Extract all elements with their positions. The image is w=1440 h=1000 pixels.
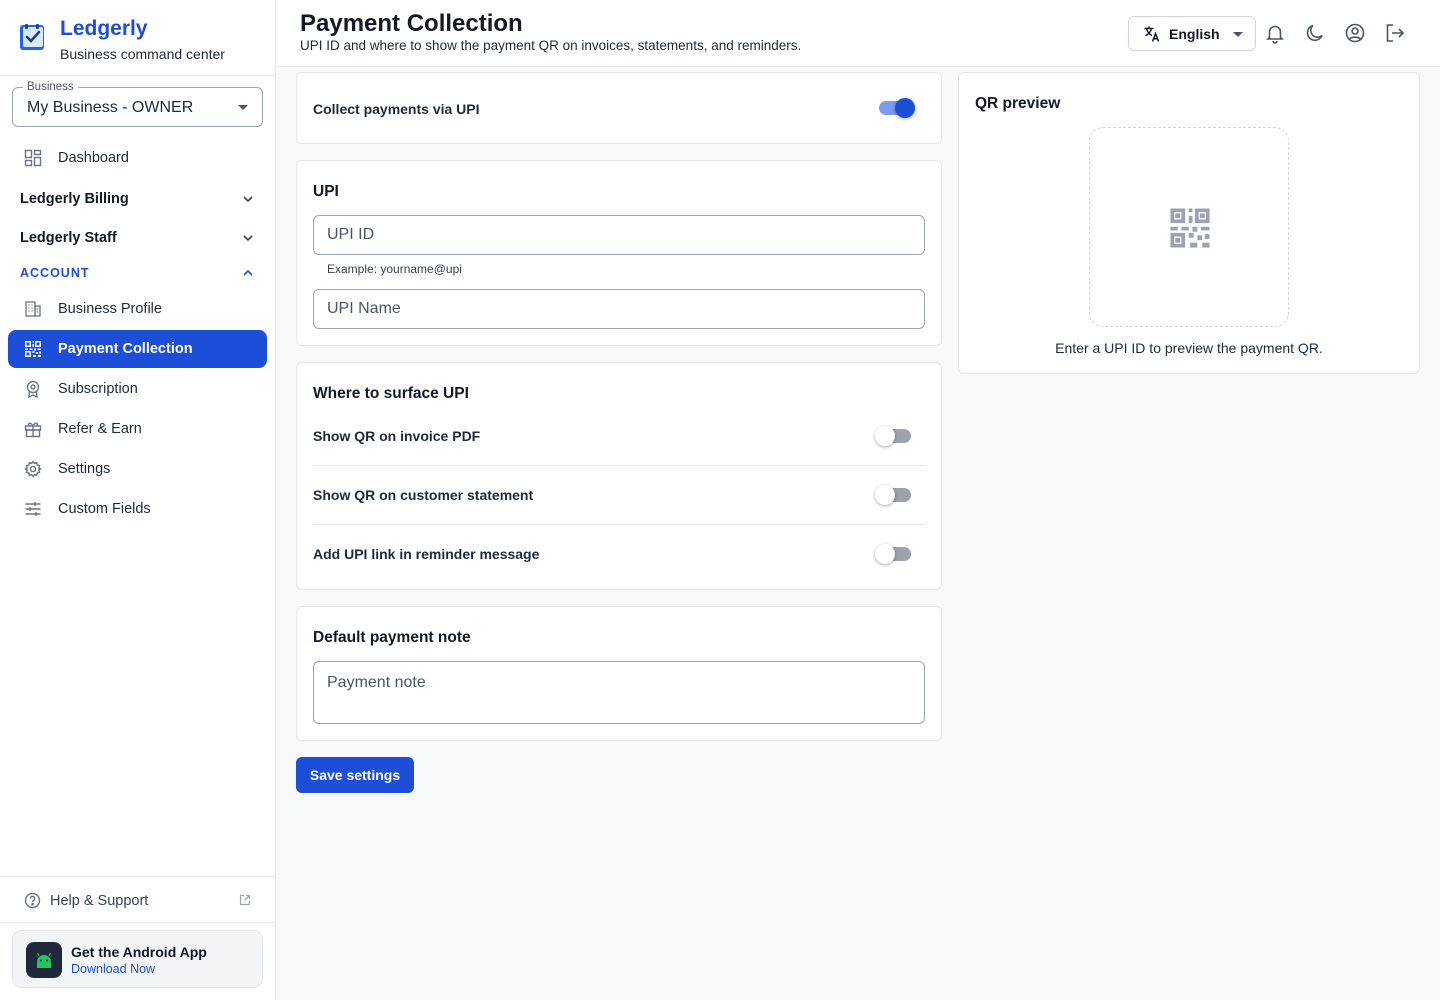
show-qr-statement-label: Show QR on customer statement (313, 487, 534, 503)
nav-group-label: Ledgerly Billing (20, 191, 129, 207)
sidebar-item-custom-fields[interactable]: Custom Fields (8, 490, 267, 528)
business-select[interactable]: Business My Business - OWNER (12, 81, 263, 127)
help-support-label: Help & Support (50, 893, 149, 909)
qr-preview-hint: Enter a UPI ID to preview the payment QR… (1055, 340, 1323, 356)
page-subtitle: UPI ID and where to show the payment QR … (300, 38, 802, 53)
download-now-link[interactable]: Download Now (71, 962, 155, 976)
qr-code-icon (1170, 208, 1210, 248)
chevron-down-icon (1233, 32, 1243, 37)
android-app-title: Get the Android App (71, 944, 207, 960)
nav-group-ledgerly-staff[interactable]: Ledgerly Staff (8, 221, 267, 255)
sidebar-item-business-profile[interactable]: Business Profile (8, 290, 267, 328)
brand-tagline: Business command center (60, 46, 225, 62)
sidebar-item-subscription[interactable]: Subscription (8, 370, 267, 408)
upi-name-input[interactable] (314, 290, 924, 328)
payment-note-card: Default payment note (296, 606, 942, 741)
payment-note-input[interactable] (314, 662, 924, 723)
show-qr-statement-toggle[interactable] (875, 485, 913, 505)
qr-code-icon (25, 341, 41, 357)
language-select[interactable]: English (1128, 16, 1256, 51)
chevron-down-icon (243, 196, 253, 203)
upi-id-field[interactable] (313, 215, 925, 255)
gear-icon (24, 460, 42, 478)
payment-note-field[interactable] (313, 661, 925, 724)
nav-group-ledgerly-billing[interactable]: Ledgerly Billing (8, 182, 267, 216)
chevron-up-icon (243, 269, 253, 276)
collect-upi-card: Collect payments via UPI (296, 72, 942, 144)
collect-upi-toggle[interactable] (877, 98, 915, 118)
sidebar-item-label: Refer & Earn (58, 421, 142, 437)
show-qr-invoice-toggle[interactable] (875, 426, 913, 446)
nav-section-label: ACCOUNT (20, 266, 90, 280)
sliders-icon (25, 502, 41, 516)
reminder-upi-link-toggle[interactable] (875, 544, 913, 564)
language-label: English (1169, 26, 1220, 42)
building-icon (25, 301, 41, 317)
chevron-down-icon (243, 235, 253, 242)
sidebar-item-refer-earn[interactable]: Refer & Earn (8, 410, 267, 448)
help-support-link[interactable]: Help & Support (0, 876, 275, 923)
sidebar-item-label: Business Profile (58, 301, 162, 317)
qr-preview-placeholder (1089, 127, 1289, 327)
show-qr-invoice-label: Show QR on invoice PDF (313, 428, 481, 444)
collect-upi-label: Collect payments via UPI (313, 101, 480, 117)
gift-icon (24, 422, 42, 438)
upi-name-field[interactable] (313, 289, 925, 329)
user-account-icon[interactable] (1344, 22, 1366, 44)
reminder-upi-link-label: Add UPI link in reminder message (313, 546, 540, 562)
translate-icon (1144, 26, 1160, 42)
sidebar-item-label: Settings (58, 461, 111, 477)
page-title: Payment Collection (300, 10, 523, 37)
sidebar-item-settings[interactable]: Settings (8, 450, 267, 488)
sidebar: Ledgerly Business command center Busines… (0, 0, 276, 1000)
surface-card-title: Where to surface UPI (313, 385, 469, 402)
award-icon (26, 380, 40, 398)
chevron-down-icon (238, 105, 248, 110)
brand-header: Ledgerly Business command center (0, 0, 275, 76)
surface-upi-card: Where to surface UPI Show QR on invoice … (296, 362, 942, 590)
sidebar-item-payment-collection[interactable]: Payment Collection (8, 330, 267, 368)
upi-id-input[interactable] (314, 216, 924, 254)
nav-section-account[interactable]: ACCOUNT (8, 256, 267, 290)
upi-id-helper: Example: yourname@upi (327, 262, 462, 276)
dashboard-icon (24, 149, 42, 167)
payment-note-title: Default payment note (313, 629, 471, 646)
sidebar-item-label: Custom Fields (58, 501, 151, 517)
external-link-icon (239, 894, 251, 906)
logout-icon[interactable] (1384, 22, 1406, 44)
sidebar-item-dashboard[interactable]: Dashboard (8, 139, 267, 177)
bell-icon[interactable] (1264, 22, 1286, 44)
business-select-label: Business (23, 81, 78, 94)
ledgerly-logo-icon (20, 24, 44, 50)
qr-preview-card: QR preview Enter a UPI ID to preview the… (958, 72, 1420, 374)
sidebar-item-label: Subscription (58, 381, 138, 397)
top-header: Payment Collection UPI ID and where to s… (276, 0, 1440, 67)
divider (313, 465, 925, 466)
upi-card: UPI Example: yourname@upi (296, 160, 942, 346)
brand-name: Ledgerly (60, 17, 148, 40)
sidebar-item-label: Payment Collection (58, 341, 193, 357)
business-select-value: My Business - OWNER (27, 99, 194, 116)
help-circle-icon (24, 892, 41, 909)
nav-group-label: Ledgerly Staff (20, 230, 117, 246)
android-app-icon (26, 942, 62, 978)
qr-preview-title: QR preview (975, 95, 1061, 112)
android-app-promo[interactable]: Get the Android App Download Now (12, 930, 263, 988)
save-settings-button[interactable]: Save settings (296, 757, 414, 793)
divider (313, 524, 925, 525)
upi-card-title: UPI (313, 183, 339, 200)
sidebar-item-label: Dashboard (58, 150, 129, 166)
moon-icon[interactable] (1304, 22, 1326, 44)
